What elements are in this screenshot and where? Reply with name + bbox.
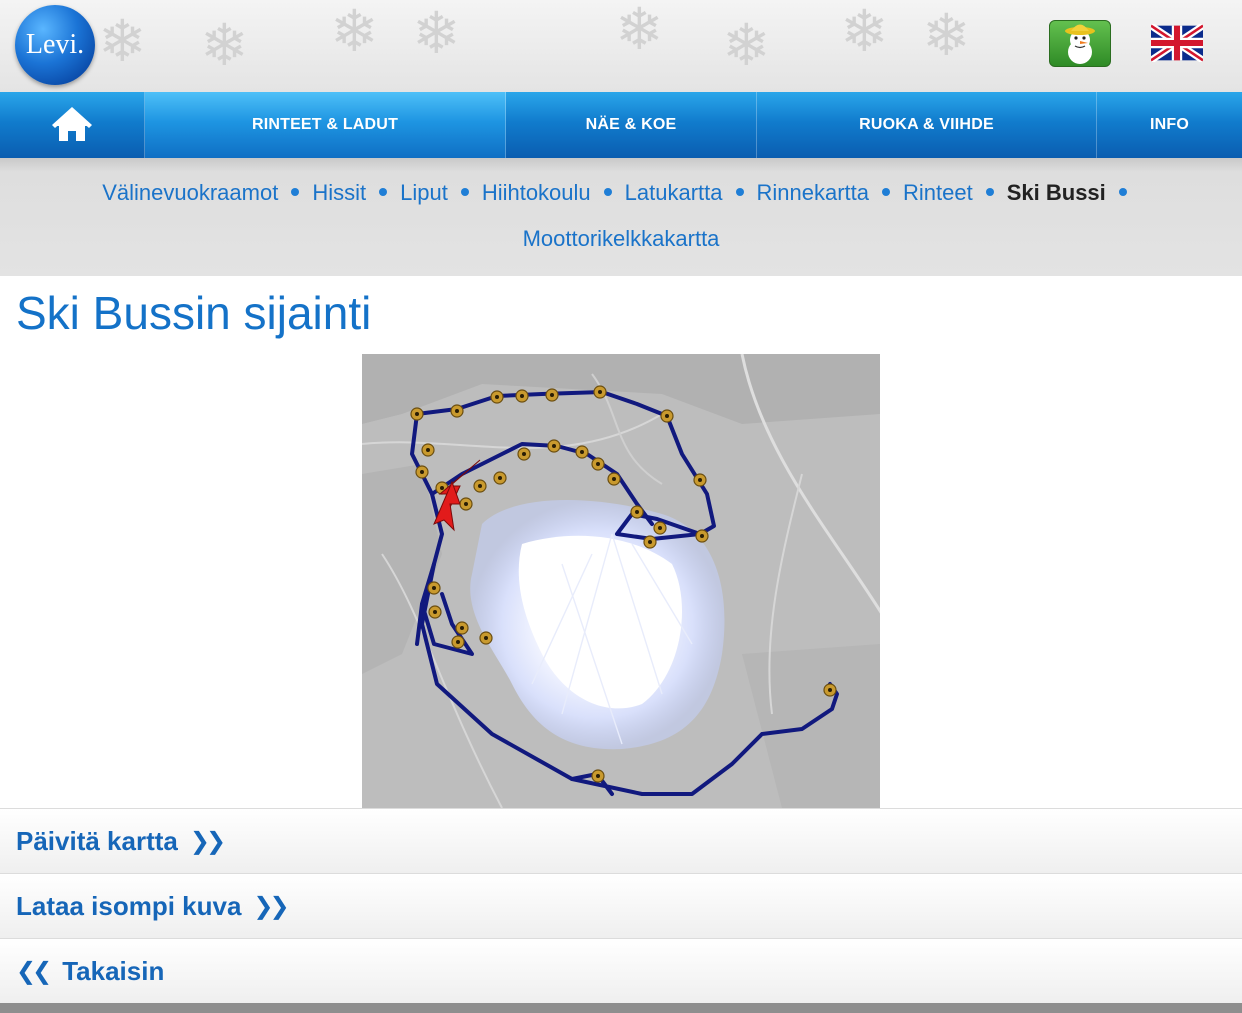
subnav-link-valinevuokraamot[interactable]: Välinevuokraamot	[102, 180, 278, 205]
double-chevron-right-icon: ❯❯	[189, 827, 226, 855]
kids-snowman-button[interactable]	[1049, 20, 1111, 67]
subnav-link-hissit[interactable]: Hissit	[312, 180, 366, 205]
snowman-icon	[1065, 24, 1095, 64]
nav-item-ruoka-viihde[interactable]: RUOKA & VIIHDE	[757, 92, 1097, 158]
snowflake-decoration-icon: ❄	[722, 11, 771, 79]
load-larger-image-button[interactable]: Lataa isompi kuva ❯❯	[0, 873, 1242, 938]
main-navigation: RINTEET & LADUT NÄE & KOE RUOKA & VIIHDE…	[0, 92, 1242, 158]
subnav-link-latukartta[interactable]: Latukartta	[625, 180, 723, 205]
subnav-link-moottorikelkkakartta[interactable]: Moottorikelkkakartta	[523, 226, 720, 251]
subnav-row: Välinevuokraamot Hissit Liput Hiihtokoulu La…	[0, 180, 1242, 226]
bullet-separator	[379, 188, 388, 197]
snowflake-decoration-icon: ❄	[412, 0, 461, 67]
snowflake-decoration-icon: ❄	[200, 11, 249, 79]
uk-flag-icon	[1149, 22, 1205, 64]
bullet-separator	[882, 188, 891, 197]
bullet-separator	[460, 188, 469, 197]
site-header: ❄ ❄ ❄ ❄ ❄ ❄ ❄ ❄ Levi.	[0, 0, 1242, 92]
subnav-link-liput[interactable]: Liput	[400, 180, 448, 205]
snowflake-decoration-icon: ❄	[615, 0, 664, 63]
page-title: Ski Bussin sijainti	[16, 287, 372, 339]
bullet-separator	[291, 188, 300, 197]
subnav-link-rinteet[interactable]: Rinteet	[903, 180, 973, 205]
double-chevron-left-icon: ❮❮	[16, 957, 52, 985]
subnav-link-rinnekartta[interactable]: Rinnekartta	[757, 180, 870, 205]
nav-item-info[interactable]: INFO	[1097, 92, 1242, 158]
bullet-separator	[735, 188, 744, 197]
subnav-row: Moottorikelkkakartta	[0, 226, 1242, 272]
nav-item-nae-koe[interactable]: NÄE & KOE	[506, 92, 757, 158]
load-larger-image-label: Lataa isompi kuva	[16, 890, 242, 921]
snowflake-decoration-icon: ❄	[98, 7, 147, 75]
bullet-separator	[1118, 188, 1127, 197]
bullet-separator	[603, 188, 612, 197]
snowflake-decoration-icon: ❄	[840, 0, 889, 65]
snowflake-decoration-icon: ❄	[330, 0, 379, 65]
footer-bar	[0, 1003, 1242, 1013]
logo-text: Levi.	[25, 29, 85, 60]
levi-logo[interactable]: Levi.	[15, 5, 95, 85]
snowflake-decoration-icon: ❄	[922, 1, 971, 69]
nav-item-rinteet-ladut[interactable]: RINTEET & LADUT	[145, 92, 506, 158]
home-icon	[52, 107, 92, 141]
subnav-link-ski-bussi[interactable]: Ski Bussi	[1007, 180, 1106, 205]
bullet-separator	[985, 188, 994, 197]
map-image	[362, 354, 880, 808]
refresh-map-label: Päivitä kartta	[16, 825, 178, 856]
language-english-button[interactable]	[1149, 22, 1205, 64]
bus-route-map[interactable]	[362, 354, 880, 808]
nav-home-button[interactable]	[0, 92, 145, 158]
back-button[interactable]: ❮❮ Takaisin	[0, 938, 1242, 1003]
back-label: Takaisin	[62, 955, 165, 986]
sub-navigation: Välinevuokraamot Hissit Liput Hiihtokoulu La…	[0, 158, 1242, 276]
refresh-map-button[interactable]: Päivitä kartta ❯❯	[0, 808, 1242, 873]
double-chevron-right-icon: ❯❯	[253, 892, 289, 920]
subnav-link-hiihtokoulu[interactable]: Hiihtokoulu	[482, 180, 591, 205]
